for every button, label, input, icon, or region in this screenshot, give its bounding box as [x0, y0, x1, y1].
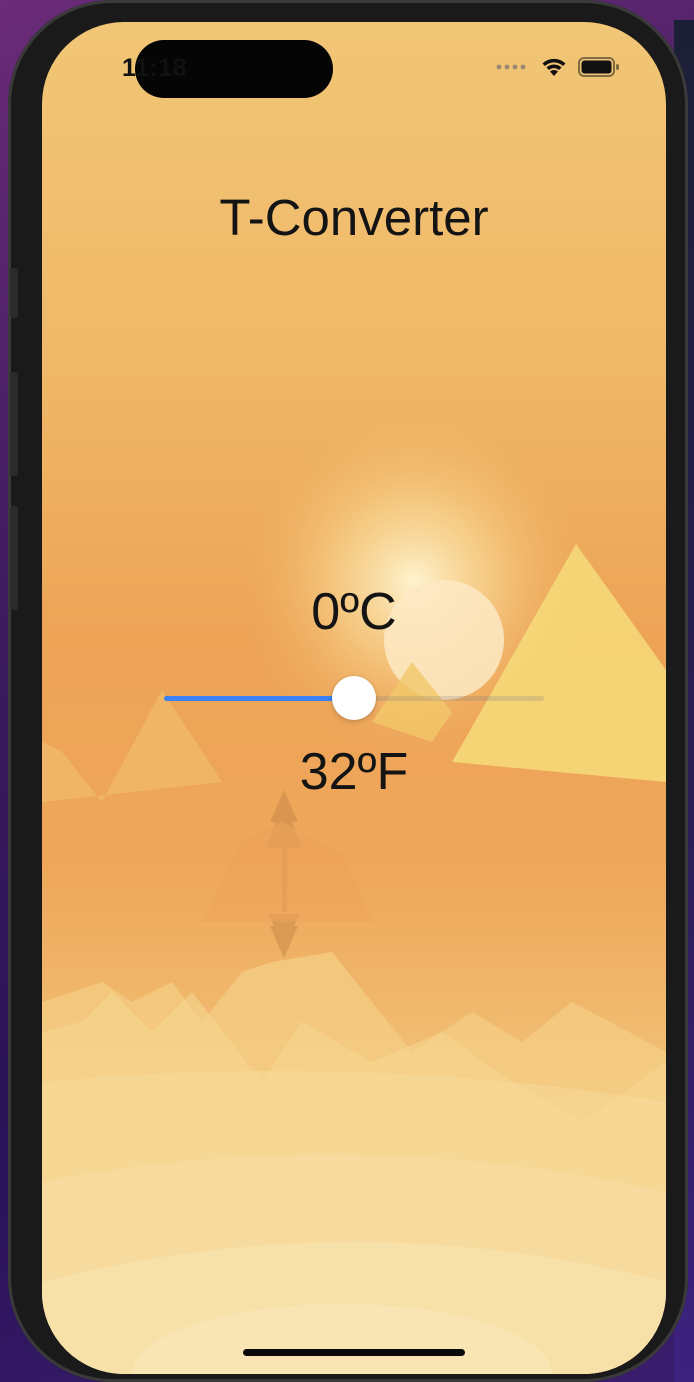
cellular-signal-icon	[496, 64, 526, 70]
slider-thumb[interactable]	[332, 676, 376, 720]
home-indicator[interactable]	[243, 1349, 465, 1356]
wifi-icon	[542, 58, 566, 76]
volume-down-button	[10, 506, 18, 610]
action-button	[10, 268, 18, 318]
fahrenheit-label: 32ºF	[299, 743, 409, 801]
battery-icon	[578, 57, 619, 77]
iphone-frame: 11:18 T-Converter 0ºC 32ºF	[8, 0, 688, 1382]
app-screen: 11:18 T-Converter 0ºC 32ºF	[42, 22, 666, 1374]
slider-fill	[164, 696, 354, 701]
status-icons	[496, 56, 620, 78]
celsius-label: 0ºC	[311, 583, 397, 641]
volume-up-button	[10, 372, 18, 476]
temperature-slider[interactable]	[164, 676, 544, 720]
status-time: 11:18	[122, 54, 188, 82]
app-title: T-Converter	[219, 189, 489, 246]
